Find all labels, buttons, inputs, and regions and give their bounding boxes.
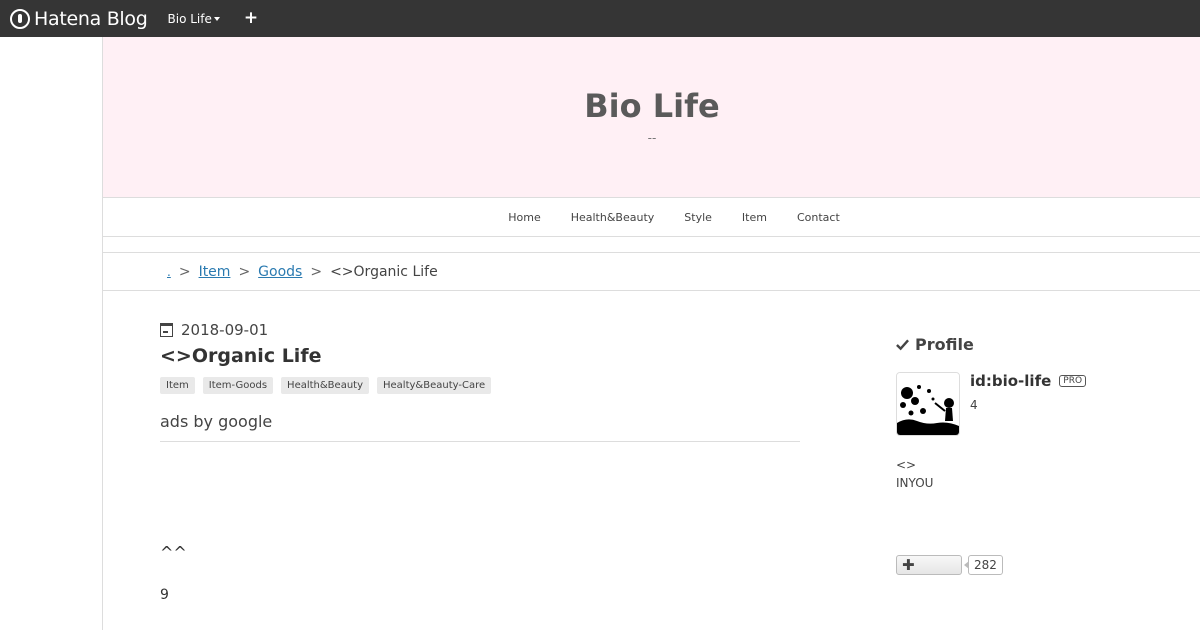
nav-contact[interactable]: Contact — [797, 211, 840, 224]
tag-healty-beauty-care[interactable]: Healty&Beauty-Care — [377, 377, 492, 394]
breadcrumb-separator: > — [178, 263, 191, 280]
blog-menu-label: Bio Life — [167, 11, 212, 26]
blog-menu-dropdown[interactable]: Bio Life — [168, 12, 220, 26]
brand-text: Hatena Blog — [34, 7, 148, 30]
profile-row: id:bio-life PRO 4 — [896, 372, 1156, 436]
profile-info: id:bio-life PRO 4 — [970, 372, 1087, 436]
nav-health-beauty[interactable]: Health&Beauty — [571, 211, 655, 224]
profile-heading: Profile — [896, 335, 1156, 354]
calendar-icon — [160, 323, 173, 337]
body-text: 9 — [160, 587, 169, 603]
caret-down-icon — [213, 16, 220, 21]
breadcrumb-current: <>Organic Life — [330, 263, 438, 280]
article: 2018-09-01 <>Organic Life Item Item-Good… — [160, 321, 800, 603]
tag-health-beauty[interactable]: Health&Beauty — [281, 377, 369, 394]
subscriber-count: 282 — [964, 555, 1003, 575]
nav-home[interactable]: Home — [508, 211, 540, 224]
top-bar: Hatena Blog Bio Life + — [0, 0, 1200, 37]
profile-number: 4 — [970, 398, 978, 412]
blog-title[interactable]: Bio Life — [103, 87, 1200, 125]
global-nav: Home Health&Beauty Style Item Contact — [103, 197, 1200, 237]
main-wrapper: Bio Life -- Home Health&Beauty Style Ite… — [102, 37, 1200, 630]
nav-item[interactable]: Item — [742, 211, 767, 224]
body-text: ^^ — [160, 543, 187, 562]
profile-heading-text: Profile — [915, 335, 974, 354]
sidebar-profile: Profile id:bio-life PRO 4 <> INYOU — [896, 335, 1156, 490]
avatar-silhouette-icon — [897, 373, 959, 435]
hatena-logo-icon — [10, 8, 30, 29]
breadcrumb-separator: > — [238, 263, 251, 280]
entry-title[interactable]: <>Organic Life — [160, 345, 800, 367]
plus-icon: ✚ — [902, 555, 915, 574]
entry-date[interactable]: 2018-09-01 — [160, 321, 800, 339]
hatena-blog-logo[interactable]: Hatena Blog — [10, 8, 148, 30]
add-button[interactable]: + — [244, 10, 258, 27]
breadcrumb: . > Item > Goods > <>Organic Life — [102, 252, 1200, 291]
profile-description: INYOU — [896, 476, 934, 490]
breadcrumb-goods[interactable]: Goods — [258, 264, 302, 280]
profile-description: <> — [896, 458, 917, 472]
ads-label: ads by google — [160, 412, 800, 442]
subscribe-widget: ✚ 282 — [896, 555, 1003, 575]
left-gutter — [0, 37, 102, 630]
profile-id-text: id:bio-life — [970, 372, 1052, 390]
breadcrumb-item[interactable]: Item — [199, 264, 231, 280]
subscribe-button[interactable]: ✚ — [896, 555, 962, 575]
breadcrumb-separator: > — [310, 263, 323, 280]
entry-tags: Item Item-Goods Health&Beauty Healty&Bea… — [160, 377, 800, 394]
blog-description: -- — [647, 131, 657, 145]
entry-date-text: 2018-09-01 — [181, 321, 269, 339]
profile-id[interactable]: id:bio-life PRO — [970, 372, 1087, 390]
tag-item-goods[interactable]: Item-Goods — [202, 377, 274, 394]
breadcrumb-root[interactable]: . — [167, 265, 171, 279]
tag-item[interactable]: Item — [160, 377, 195, 394]
blog-header: Bio Life -- — [103, 37, 1200, 197]
avatar[interactable] — [896, 372, 960, 436]
check-icon — [896, 339, 909, 351]
nav-style[interactable]: Style — [684, 211, 712, 224]
pro-badge: PRO — [1059, 375, 1087, 387]
